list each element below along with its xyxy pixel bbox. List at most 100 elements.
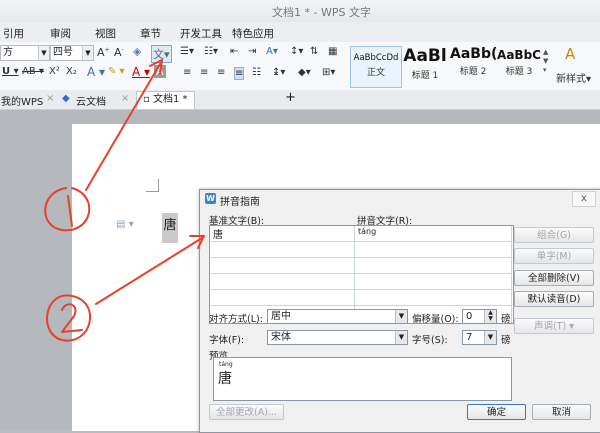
preview-char: 唐 bbox=[218, 371, 232, 387]
chevron-down-icon: ▼ bbox=[395, 310, 407, 323]
text-effect-icon[interactable]: A ▾ bbox=[87, 65, 105, 79]
offset-value: 0 bbox=[466, 311, 473, 322]
single-char-button[interactable]: 单字(M) bbox=[514, 248, 594, 264]
ruby-text-input[interactable] bbox=[355, 274, 512, 290]
ribbon-toolbar: 方 ▼ 四号 ▼ A+ A- ◈ 文▾ U ▾ AB ▾ X² X₂ A ▾ ✎ ▾… bbox=[0, 42, 600, 91]
bullet-list-icon[interactable]: ☰▾ bbox=[180, 46, 194, 57]
distributed-icon[interactable]: ☷ bbox=[252, 67, 261, 78]
highlight-icon[interactable]: ✎ ▾ bbox=[108, 66, 125, 77]
font-label: 字体(F): bbox=[209, 335, 245, 346]
doctab-my-wps[interactable]: 我的WPS bbox=[1, 93, 43, 108]
cloud-icon: ◆ bbox=[62, 93, 70, 104]
style-scroll-icon[interactable]: ▲ ▼ ▾ bbox=[543, 48, 548, 75]
shrink-font-icon[interactable]: A- bbox=[114, 46, 124, 59]
number-list-icon[interactable]: ☷▾ bbox=[204, 46, 218, 57]
doctab-document1-label: 文档1 * bbox=[152, 94, 188, 105]
align-center-icon[interactable]: ≡ bbox=[200, 67, 208, 78]
tab-developer[interactable]: 开发工具 bbox=[180, 26, 222, 41]
ruby-text-input[interactable] bbox=[355, 290, 512, 306]
style-heading-2[interactable]: AaBb( 标题 2 bbox=[450, 46, 496, 86]
show-hide-icon[interactable]: ↕▾ bbox=[290, 46, 303, 57]
close-icon[interactable]: × bbox=[46, 93, 54, 104]
table-icon[interactable]: ▦ bbox=[328, 46, 337, 57]
underline-icon[interactable]: U ▾ bbox=[2, 66, 19, 77]
justify-icon[interactable]: ≡ bbox=[234, 67, 245, 80]
base-text-input[interactable] bbox=[210, 258, 355, 274]
offset-unit: 磅 bbox=[501, 314, 511, 325]
clear-format-icon[interactable]: ◈ bbox=[133, 45, 141, 58]
cancel-button[interactable]: 取消 bbox=[532, 404, 591, 420]
align-left-icon[interactable]: ≡ bbox=[183, 67, 191, 78]
subscript-icon[interactable]: X₂ bbox=[66, 66, 77, 77]
font-size-value: 四号 bbox=[53, 47, 73, 58]
ruby-text-input[interactable] bbox=[355, 258, 512, 274]
superscript-icon[interactable]: X² bbox=[49, 66, 60, 77]
grow-font-icon[interactable]: A+ bbox=[97, 46, 110, 59]
add-tab-button[interactable]: + bbox=[285, 90, 296, 105]
sort-icon[interactable]: ⇅ bbox=[310, 46, 318, 57]
doctab-cloud-docs[interactable]: 云文档 bbox=[76, 93, 106, 108]
wps-icon: W bbox=[205, 193, 216, 204]
ok-button[interactable]: 确定 bbox=[467, 404, 526, 420]
change-all-button[interactable]: 全部更改(A)... bbox=[209, 404, 284, 420]
shading-icon[interactable]: ◆▾ bbox=[298, 67, 311, 78]
close-icon[interactable]: × bbox=[121, 93, 129, 104]
font-color-icon[interactable]: A ▾ bbox=[132, 65, 150, 79]
alignment-select[interactable]: 居中 ▼ bbox=[267, 309, 408, 324]
ruby-text-input[interactable] bbox=[355, 242, 512, 258]
align-right-icon[interactable]: ≡ bbox=[217, 67, 225, 78]
font-name-value: 方 bbox=[3, 47, 13, 58]
tab-references[interactable]: 引用 bbox=[3, 26, 24, 41]
new-style-label: 新样式 bbox=[556, 74, 586, 85]
ribbon-tab-bar: 引用 审阅 视图 章节 开发工具 特色应用 bbox=[0, 22, 600, 42]
style-heading-1[interactable]: AaBl 标题 1 bbox=[402, 46, 448, 86]
ruby-text-input[interactable]: táng bbox=[355, 226, 512, 242]
font-select[interactable]: 宋体 ▼ bbox=[267, 330, 408, 345]
base-text-input[interactable] bbox=[210, 274, 355, 290]
char-shading-icon[interactable]: A bbox=[154, 65, 166, 78]
font-value: 宋体 bbox=[271, 332, 291, 343]
border-icon[interactable]: ⊞▾ bbox=[322, 67, 335, 78]
decrease-indent-icon[interactable]: ⇤ bbox=[230, 46, 238, 57]
new-style-icon[interactable]: A bbox=[565, 45, 575, 63]
group-button[interactable]: 组合(G) bbox=[514, 227, 594, 243]
font-name-select[interactable]: 方 ▼ bbox=[0, 45, 50, 61]
style-name: 标题 3 bbox=[505, 67, 533, 77]
base-text-input[interactable] bbox=[210, 242, 355, 258]
style-heading-3[interactable]: AaBbC 标题 3 bbox=[496, 46, 542, 86]
size-select[interactable]: 7 ▼ bbox=[462, 330, 497, 345]
dialog-title-bar[interactable]: W 拼音指南 x bbox=[200, 190, 600, 208]
tab-chapter[interactable]: 章节 bbox=[140, 26, 161, 41]
chevron-down-icon: ▼ bbox=[38, 46, 49, 60]
spin-icon[interactable]: ▲ ▼ bbox=[484, 310, 496, 323]
line-spacing-icon[interactable]: ↨▾ bbox=[272, 67, 285, 78]
tab-special[interactable]: 特色应用 bbox=[232, 26, 274, 41]
crop-mark bbox=[146, 179, 159, 192]
close-button[interactable]: x bbox=[572, 191, 596, 207]
increase-indent-icon[interactable]: ⇥ bbox=[248, 46, 256, 57]
doctab-document1[interactable]: ▫ 文档1 * bbox=[136, 91, 195, 109]
tab-view[interactable]: 视图 bbox=[95, 26, 116, 41]
style-sample: AaBl bbox=[403, 46, 447, 66]
phonetic-guide-icon[interactable]: 文▾ bbox=[151, 45, 172, 63]
default-reading-button[interactable]: 默认读音(D) bbox=[514, 291, 594, 307]
base-text-input[interactable]: 唐 bbox=[210, 226, 355, 242]
style-normal[interactable]: AaBbCcDd 正文 bbox=[350, 46, 402, 88]
chevron-down-icon: ▼ bbox=[395, 331, 407, 344]
tab-review[interactable]: 审阅 bbox=[50, 26, 71, 41]
tone-button[interactable]: 声调(T) ▾ bbox=[514, 318, 594, 334]
strikethrough-icon[interactable]: AB ▾ bbox=[22, 66, 44, 77]
paste-options-icon[interactable]: ▤ ▾ bbox=[116, 219, 134, 230]
new-style-button[interactable]: 新样式▾ bbox=[556, 70, 591, 85]
clear-all-button[interactable]: 全部删除(V) bbox=[514, 270, 594, 286]
tone-label: 声调(T) bbox=[533, 321, 567, 332]
font-size-select[interactable]: 四号 ▼ bbox=[50, 45, 94, 61]
offset-stepper[interactable]: 0 ▲ ▼ bbox=[462, 309, 497, 324]
chinese-layout-icon[interactable]: A▾ bbox=[266, 46, 278, 57]
alignment-value: 居中 bbox=[271, 311, 291, 322]
preview-ruby: táng bbox=[219, 361, 233, 368]
base-text-input[interactable] bbox=[210, 290, 355, 306]
window-title: 文档1 * - WPS 文字 bbox=[272, 6, 371, 19]
style-sample: AaBb( bbox=[450, 46, 496, 62]
selected-text[interactable]: 唐 bbox=[162, 213, 178, 243]
